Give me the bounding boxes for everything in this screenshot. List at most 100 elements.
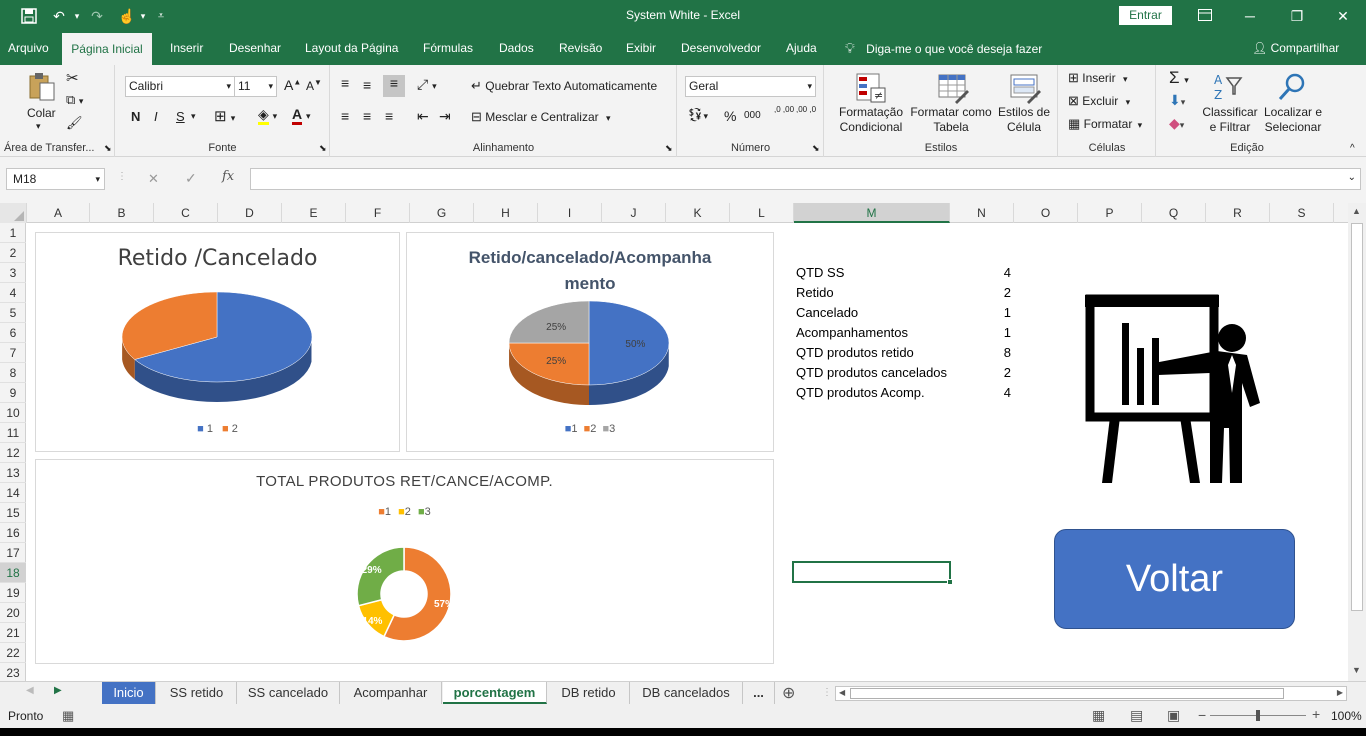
row-header[interactable]: 12 bbox=[0, 443, 26, 463]
alignment-launcher-icon[interactable]: ⬊ bbox=[665, 143, 673, 154]
column-header[interactable]: H bbox=[474, 203, 538, 223]
column-header[interactable]: S bbox=[1270, 203, 1334, 223]
page-break-view-icon[interactable]: ▣ bbox=[1167, 707, 1180, 724]
row-header[interactable]: 20 bbox=[0, 603, 26, 623]
insert-function-icon[interactable]: fx bbox=[222, 169, 234, 184]
chart-retido-cancelado[interactable]: Retido /Cancelado ■ 1 ■ 2 bbox=[35, 232, 400, 452]
close-button[interactable]: ✕ bbox=[1328, 4, 1358, 28]
column-header[interactable]: C bbox=[154, 203, 218, 223]
column-header[interactable]: L bbox=[730, 203, 794, 223]
column-header[interactable]: A bbox=[27, 203, 90, 223]
vertical-scrollbar[interactable]: ▲ ▼ bbox=[1348, 203, 1366, 681]
vertical-scroll-thumb[interactable] bbox=[1351, 223, 1363, 611]
row-header[interactable]: 22 bbox=[0, 643, 26, 663]
sheet-tab-db-cancelados[interactable]: DB cancelados bbox=[630, 682, 743, 704]
column-header[interactable]: G bbox=[410, 203, 474, 223]
column-header[interactable]: O bbox=[1014, 203, 1078, 223]
column-header[interactable]: B bbox=[90, 203, 154, 223]
copy-icon[interactable]: ⧉ ▾ bbox=[66, 92, 83, 108]
format-as-table-button[interactable]: Formatar como Tabela bbox=[909, 105, 993, 135]
increase-indent-icon[interactable]: ⇥ bbox=[439, 108, 451, 125]
font-launcher-icon[interactable]: ⬊ bbox=[319, 143, 327, 154]
column-header[interactable]: E bbox=[282, 203, 346, 223]
underline-button[interactable]: S bbox=[176, 109, 185, 124]
sheet-tab-acompanhar[interactable]: Acompanhar bbox=[340, 682, 442, 704]
increase-font-icon[interactable]: A▲ bbox=[284, 77, 301, 93]
find-select-icon[interactable] bbox=[1277, 72, 1307, 105]
column-header[interactable]: K bbox=[666, 203, 730, 223]
expand-formula-icon[interactable]: ⌄ bbox=[1348, 172, 1356, 183]
tab-desenvolvedor[interactable]: Desenvolvedor bbox=[679, 32, 763, 65]
align-middle-icon[interactable]: ≡ bbox=[363, 77, 371, 93]
row-header[interactable]: 19 bbox=[0, 583, 26, 603]
underline-dropdown-icon[interactable]: ▾ bbox=[191, 111, 196, 122]
orientation-icon[interactable]: ⤢ ▾ bbox=[417, 76, 437, 93]
format-cells-button[interactable]: ▦ Formatar ▾ bbox=[1068, 116, 1142, 132]
column-header[interactable]: P bbox=[1078, 203, 1142, 223]
sign-in-button[interactable]: Entrar bbox=[1119, 6, 1172, 25]
chart-retido-cancelado-acompanhamento[interactable]: Retido/cancelado/Acompanha mento 50% 25% 2… bbox=[406, 232, 774, 452]
next-sheet-icon[interactable]: ▶ bbox=[54, 685, 62, 696]
row-header[interactable]: 3 bbox=[0, 263, 26, 283]
row-header[interactable]: 2 bbox=[0, 243, 26, 263]
insert-cells-button[interactable]: ⊞ Inserir ▾ bbox=[1068, 70, 1127, 86]
more-sheets-button[interactable]: ... bbox=[743, 682, 775, 704]
paste-button[interactable]: Colar bbox=[27, 106, 56, 120]
presenter-icon[interactable] bbox=[1082, 293, 1282, 491]
row-header[interactable]: 5 bbox=[0, 303, 26, 323]
sort-filter-icon[interactable]: AZ bbox=[1213, 72, 1243, 105]
number-format-select[interactable]: Geral ▾ bbox=[685, 76, 816, 97]
align-center-icon[interactable]: ≡ bbox=[363, 108, 371, 124]
decrease-decimal-button[interactable]: ,00 ,0 bbox=[796, 105, 816, 114]
zoom-level[interactable]: 100% bbox=[1331, 709, 1362, 723]
macro-record-icon[interactable]: ▦ bbox=[62, 708, 74, 724]
align-top-icon[interactable]: ≡ bbox=[341, 75, 349, 91]
add-sheet-icon[interactable]: ⊕ bbox=[782, 683, 795, 703]
confirm-icon[interactable]: ✓ bbox=[185, 170, 197, 187]
row-header[interactable]: 23 bbox=[0, 663, 26, 683]
tab-revisao[interactable]: Revisão bbox=[557, 32, 604, 65]
column-header[interactable]: D bbox=[218, 203, 282, 223]
row-header[interactable]: 13 bbox=[0, 463, 26, 483]
font-name-select[interactable]: Calibri ▾ bbox=[125, 76, 235, 97]
collapse-ribbon-icon[interactable]: ^ bbox=[1350, 143, 1355, 154]
horizontal-scroll-thumb[interactable] bbox=[850, 688, 1284, 699]
number-launcher-icon[interactable]: ⬊ bbox=[812, 143, 820, 154]
tab-formulas[interactable]: Fórmulas bbox=[421, 32, 475, 65]
increase-decimal-button[interactable]: ,0 ,00 bbox=[774, 105, 794, 114]
conditional-format-button[interactable]: Formatação Condicional bbox=[838, 105, 904, 135]
scroll-right-icon[interactable]: ▶ bbox=[1337, 688, 1343, 697]
merge-center-button[interactable]: ⊟ Mesclar e Centralizar ▾ bbox=[471, 109, 611, 125]
decrease-font-icon[interactable]: A▼ bbox=[306, 78, 322, 93]
paste-dropdown-icon[interactable]: ▾ bbox=[36, 121, 41, 132]
horizontal-scrollbar[interactable]: ◀ ▶ bbox=[835, 686, 1347, 701]
tab-ajuda[interactable]: Ajuda bbox=[784, 32, 819, 65]
currency-icon[interactable]: 💱︎▾ bbox=[687, 107, 708, 123]
thousands-button[interactable]: 000 bbox=[744, 110, 761, 121]
scroll-up-icon[interactable]: ▲ bbox=[1352, 206, 1361, 216]
percent-button[interactable]: % bbox=[724, 108, 736, 124]
row-header[interactable]: 11 bbox=[0, 423, 26, 443]
tab-layout-da-pagina[interactable]: Layout da Página bbox=[303, 32, 400, 65]
name-box[interactable]: M18 ▾ bbox=[6, 168, 105, 190]
cancel-icon[interactable]: ✕ bbox=[148, 171, 159, 187]
row-header[interactable]: 14 bbox=[0, 483, 26, 503]
align-right-icon[interactable]: ≡ bbox=[385, 108, 393, 124]
voltar-button[interactable]: Voltar bbox=[1054, 529, 1295, 629]
font-color-icon[interactable]: A ▾ bbox=[292, 106, 311, 125]
column-header-selected[interactable]: M bbox=[794, 203, 950, 223]
tab-inserir[interactable]: Inserir bbox=[168, 32, 205, 65]
row-header[interactable]: 16 bbox=[0, 523, 26, 543]
scroll-down-icon[interactable]: ▼ bbox=[1352, 665, 1361, 675]
fill-handle[interactable] bbox=[947, 579, 953, 585]
row-header-selected[interactable]: 18 bbox=[0, 563, 26, 583]
autosum-icon[interactable]: Σ ▾ bbox=[1169, 68, 1189, 88]
row-header[interactable]: 7 bbox=[0, 343, 26, 363]
tab-pagina-inicial[interactable]: Página Inicial bbox=[62, 32, 152, 65]
column-header[interactable]: F bbox=[346, 203, 410, 223]
find-select-button[interactable]: Localizar e Selecionar bbox=[1258, 105, 1328, 135]
fill-icon[interactable]: ⬇︎▾ bbox=[1169, 92, 1185, 109]
column-header[interactable]: I bbox=[538, 203, 602, 223]
row-header[interactable]: 21 bbox=[0, 623, 26, 643]
share-button[interactable]: 👤︎ Compartilhar bbox=[1252, 32, 1339, 65]
